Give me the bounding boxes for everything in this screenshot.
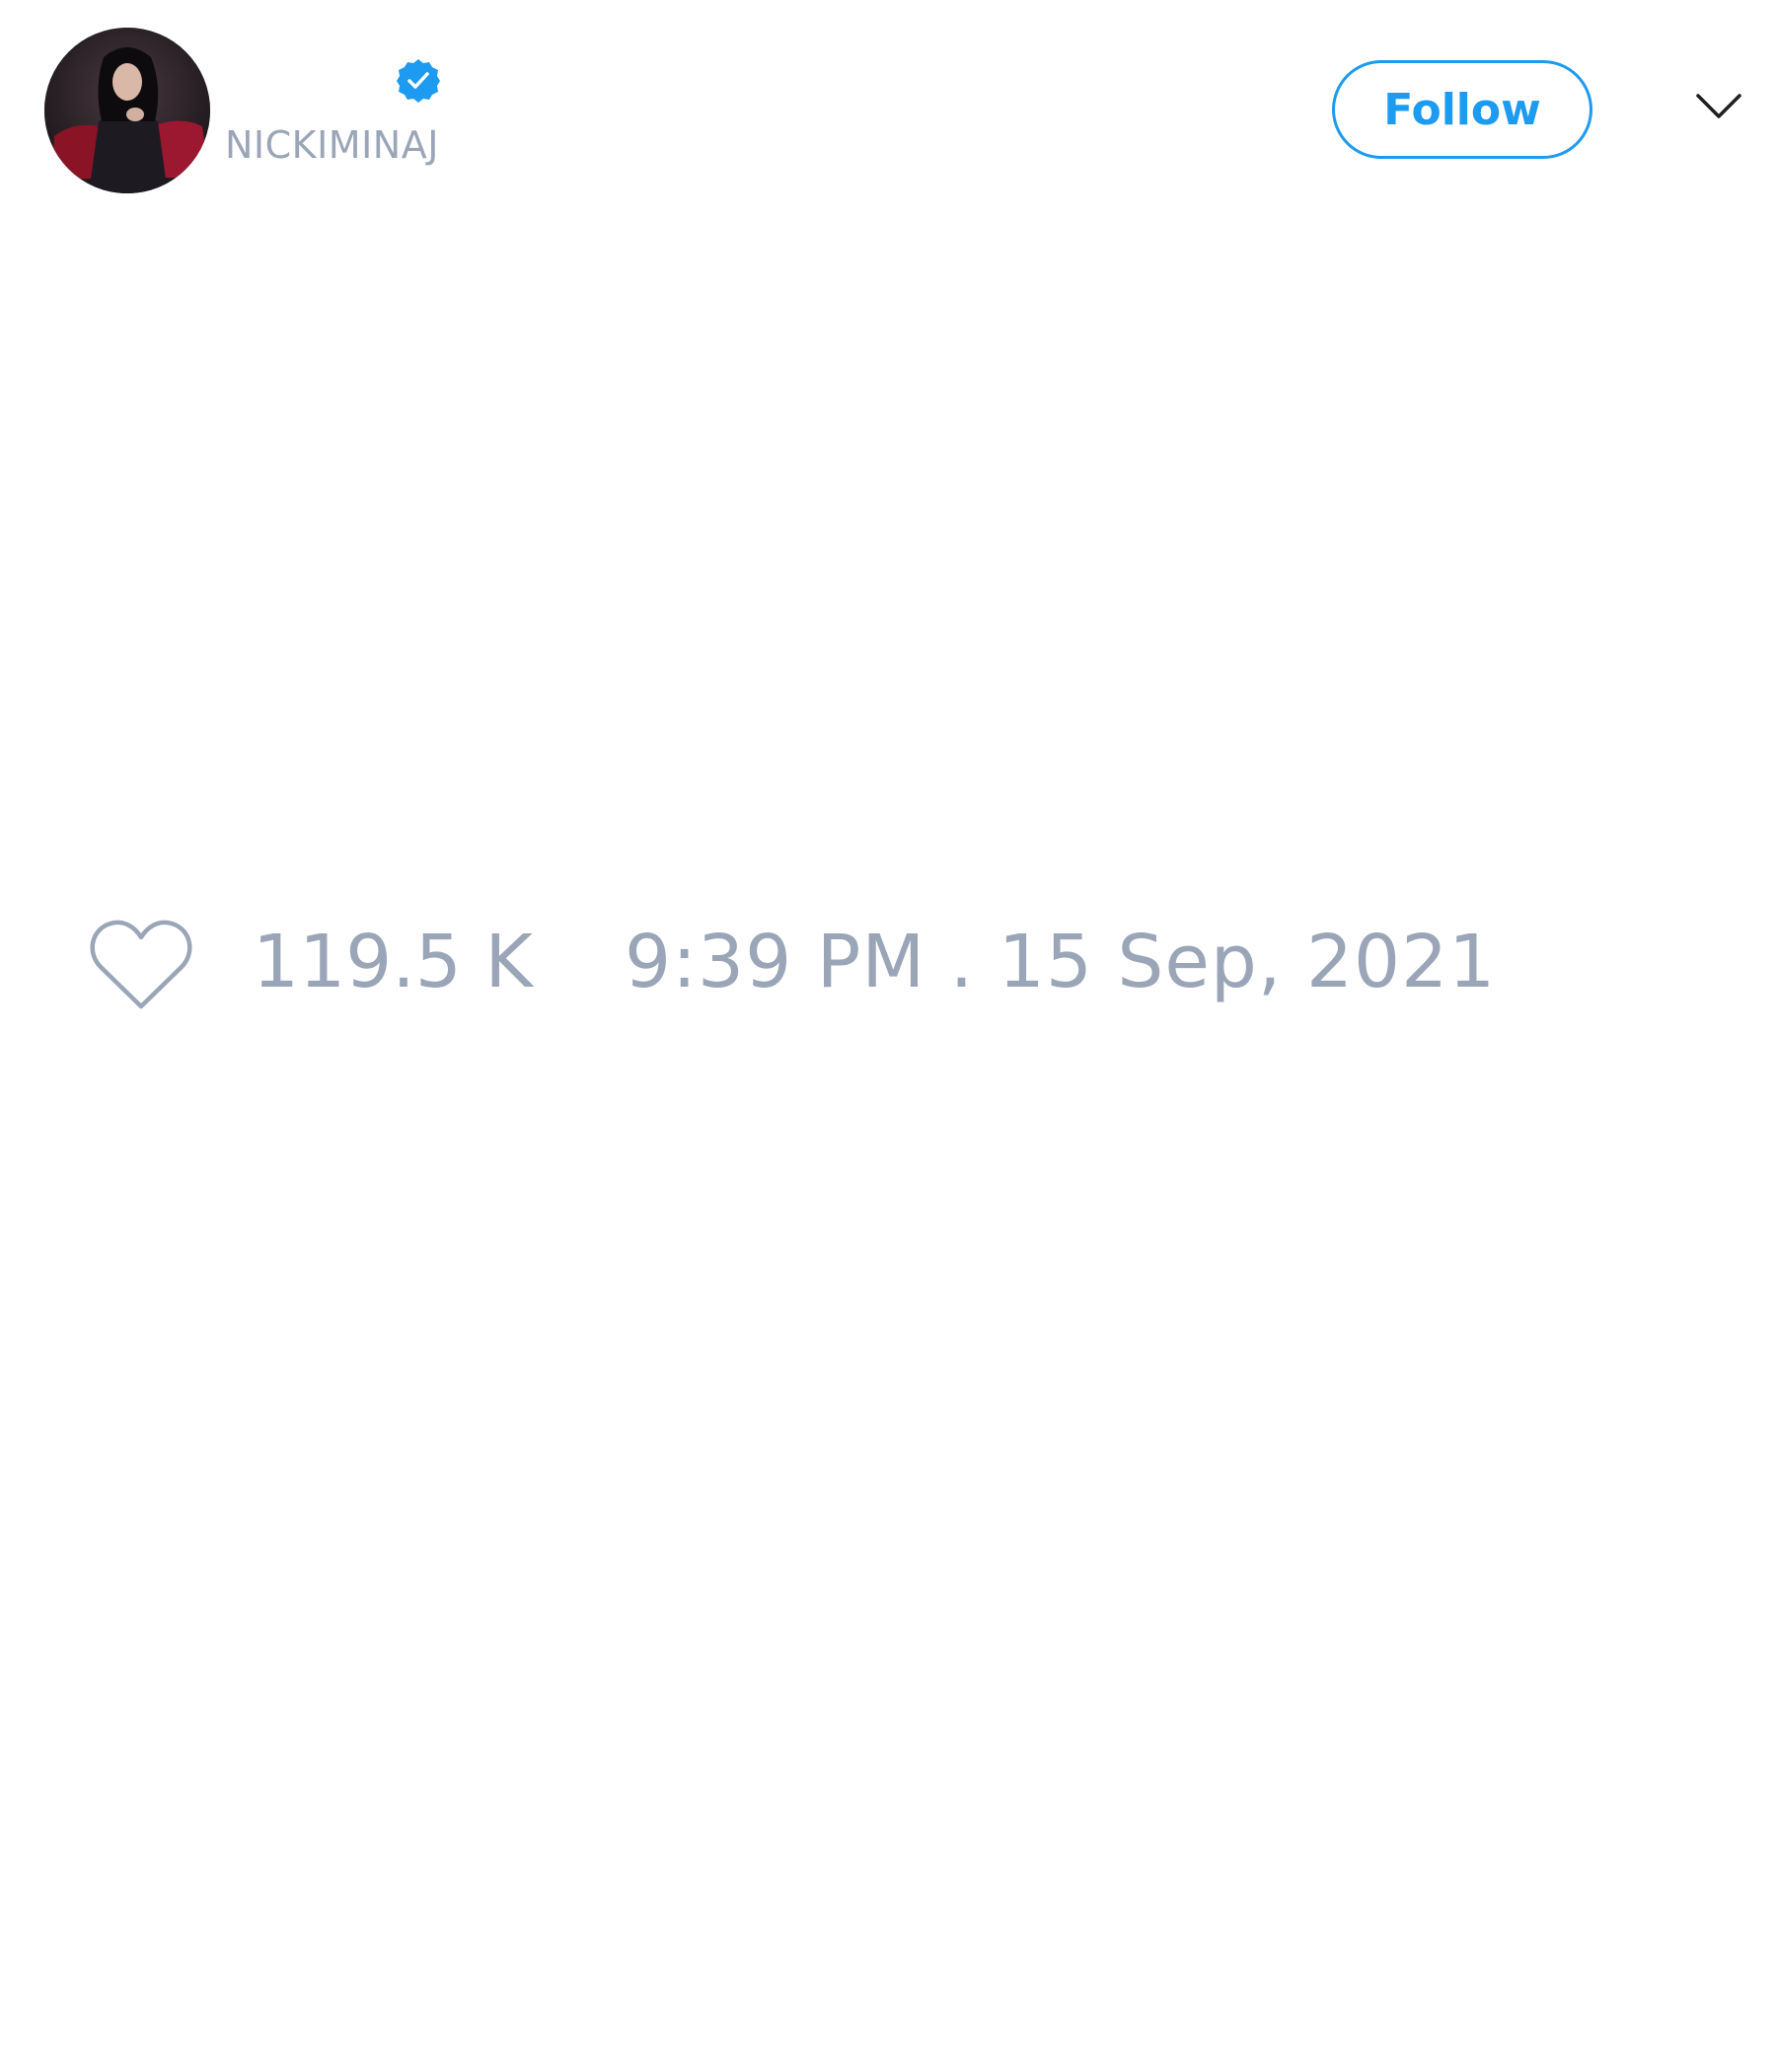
avatar-image <box>44 28 210 193</box>
follow-button[interactable]: Follow <box>1332 60 1592 159</box>
verified-badge-icon <box>397 59 440 103</box>
heart-icon[interactable] <box>89 918 193 1012</box>
chevron-down-icon[interactable] <box>1695 92 1742 121</box>
like-count: 119.5 K <box>253 920 533 1004</box>
tweet-footer: 119.5 K 9:39 PM . 15 Sep, 2021 <box>89 918 1667 1016</box>
user-handle[interactable]: NICKIMINAJ <box>225 126 439 164</box>
avatar[interactable] <box>44 28 210 193</box>
tweet-timestamp[interactable]: 9:39 PM . 15 Sep, 2021 <box>625 925 1496 999</box>
tweet-card: NICKIMINAJ Follow 119.5 K 9:39 PM . 15 S… <box>0 0 1776 2072</box>
